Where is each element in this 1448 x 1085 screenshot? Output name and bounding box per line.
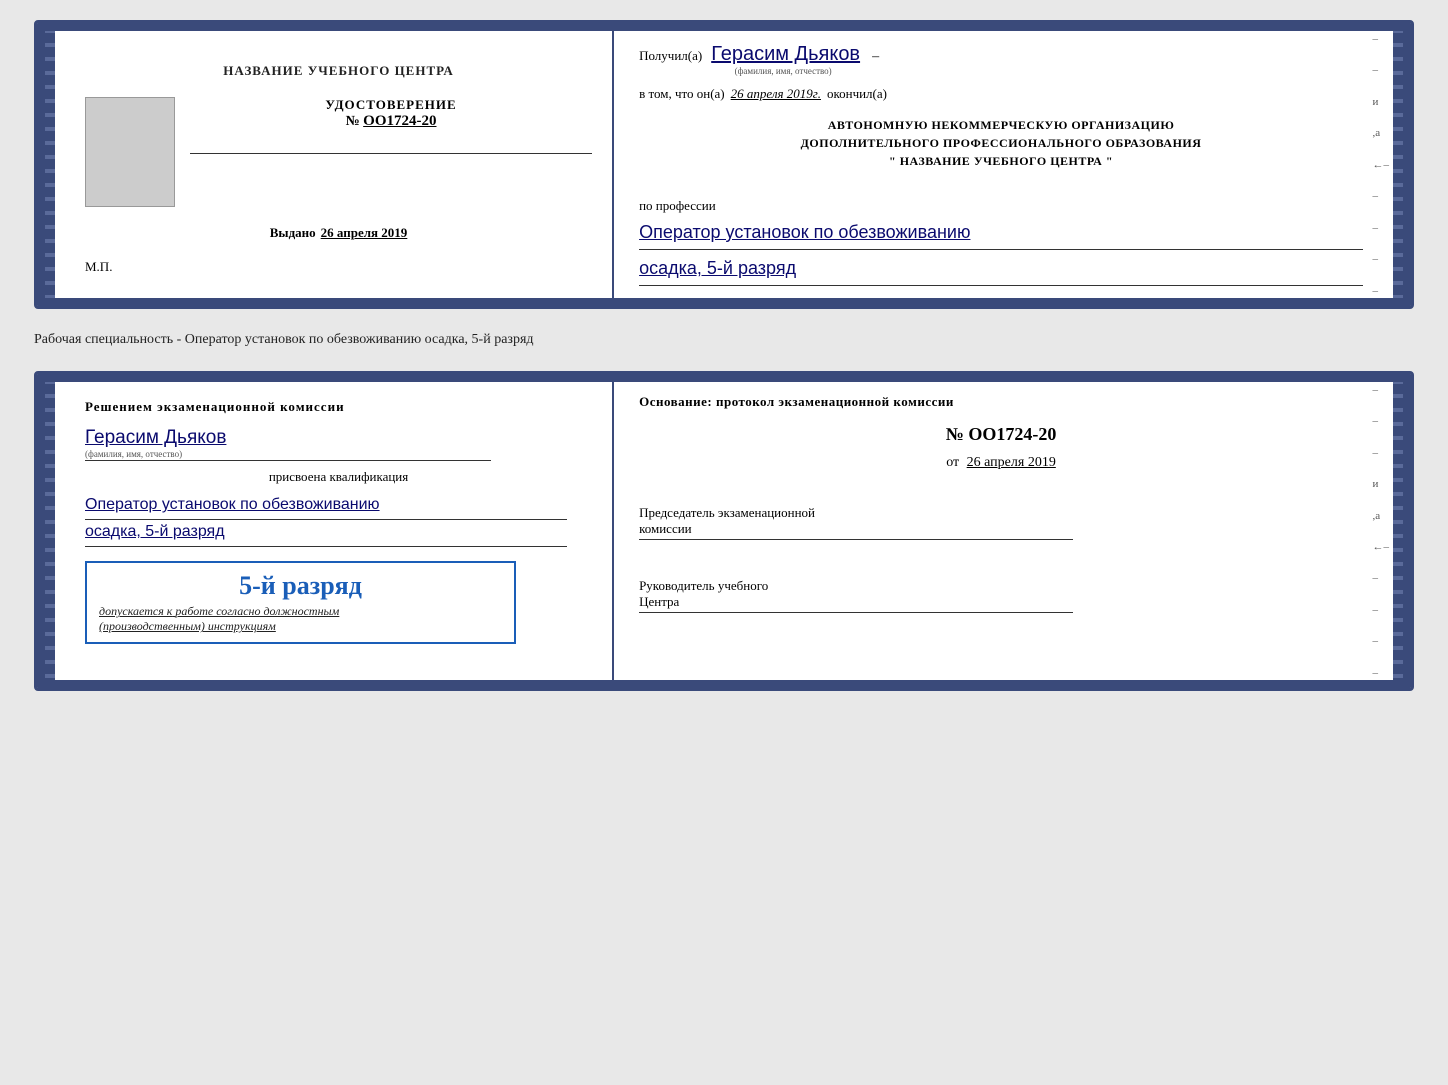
- cert2-name-section: Герасим Дьяков (фамилия, имя, отчество): [85, 423, 592, 461]
- cert1-number-value: OO1724-20: [363, 113, 436, 129]
- cert1-in-that: в том, что он(а): [639, 86, 725, 102]
- cert2-chairman-label: Председатель экзаменационной комиссии: [639, 505, 1363, 537]
- cert1-mp: М.П.: [85, 259, 112, 280]
- right-margin-indicators-2: – – – и ,а ←– – – – –: [1372, 374, 1389, 688]
- cert2-basis-label: Основание: протокол экзаменационной коми…: [639, 394, 1363, 410]
- right-margin-indicators: – – и ,а ←– – – – –: [1372, 23, 1389, 306]
- cert1-number-section: УДОСТОВЕРЕНИЕ № OO1724-20: [190, 97, 592, 130]
- cert2-assigned-label: присвоена квалификация: [85, 469, 592, 485]
- right-strip: [1393, 23, 1411, 306]
- certificate-1: НАЗВАНИЕ УЧЕБНОГО ЦЕНТРА УДОСТОВЕРЕНИЕ №…: [34, 20, 1414, 309]
- cert1-profession-value: Оператор установок по обезвоживанию: [639, 220, 1363, 245]
- cert2-head-label: Руководитель учебного Центра: [639, 578, 1363, 610]
- certificate-2: Решением экзаменационной комиссии Гераси…: [34, 371, 1414, 691]
- cert2-chairman-signature: [639, 539, 1073, 540]
- cert2-qual1: Оператор установок по обезвоживанию: [85, 493, 592, 517]
- cert2-qualification-section: Оператор установок по обезвоживанию осад…: [85, 493, 592, 547]
- cert1-profession-sub: осадка, 5-й разряд: [639, 256, 1363, 281]
- cert2-stamp-box: 5-й разряд допускается к работе согласно…: [85, 561, 516, 644]
- separator-text: Рабочая специальность - Оператор установ…: [34, 327, 1414, 353]
- cert2-fio-label: (фамилия, имя, отчество): [85, 449, 182, 459]
- cert1-dash: –: [872, 49, 879, 65]
- photo-placeholder: [85, 97, 175, 207]
- cert2-head-section: Руководитель учебного Центра: [639, 570, 1363, 613]
- cert2-name: Герасим Дьяков: [85, 427, 226, 449]
- cert2-protocol-date: от 26 апреля 2019: [639, 455, 1363, 471]
- cert1-inst-line2: ДОПОЛНИТЕЛЬНОГО ПРОФЕССИОНАЛЬНОГО ОБРАЗО…: [639, 134, 1363, 152]
- cert2-stamp-text: допускается к работе согласно должностны…: [99, 604, 502, 634]
- cert2-qual2: осадка, 5-й разряд: [85, 520, 592, 544]
- cert2-date-prefix: от: [946, 455, 959, 470]
- cert1-school-name: НАЗВАНИЕ УЧЕБНОГО ЦЕНТРА: [223, 63, 454, 79]
- cert2-chairman-section: Председатель экзаменационной комиссии: [639, 497, 1363, 540]
- cert1-institution: АВТОНОМНУЮ НЕКОММЕРЧЕСКУЮ ОРГАНИЗАЦИЮ ДО…: [639, 116, 1363, 170]
- cert2-left-panel: Решением экзаменационной комиссии Гераси…: [37, 374, 614, 688]
- cert1-number-sign: №: [346, 114, 360, 129]
- cert1-issued-label: Выдано: [270, 225, 316, 241]
- cert2-stamp-rank: 5-й разряд: [99, 571, 502, 601]
- cert2-decision-title: Решением экзаменационной комиссии: [85, 399, 592, 415]
- cert1-left-panel: НАЗВАНИЕ УЧЕБНОГО ЦЕНТРА УДОСТОВЕРЕНИЕ №…: [37, 23, 614, 306]
- cert1-number-label: УДОСТОВЕРЕНИЕ: [190, 97, 592, 113]
- cert1-finished-label: окончил(а): [827, 86, 887, 102]
- cert1-received-prefix: Получил(а): [639, 48, 702, 64]
- cert1-completion-date: 26 апреля 2019г.: [731, 86, 821, 102]
- cert2-right-panel: Основание: протокол экзаменационной коми…: [614, 374, 1411, 688]
- right-strip-2: [1393, 374, 1411, 688]
- cert1-in-that-row: в том, что он(а) 26 апреля 2019г. окончи…: [639, 86, 1363, 102]
- cert2-head-signature: [639, 612, 1073, 613]
- cert1-inst-line1: АВТОНОМНУЮ НЕКОММЕРЧЕСКУЮ ОРГАНИЗАЦИЮ: [639, 116, 1363, 134]
- cert1-issued-date: 26 апреля 2019: [321, 225, 408, 241]
- cert1-recipient-name: Герасим Дьяков: [711, 43, 860, 66]
- cert2-date-value: 26 апреля 2019: [967, 455, 1056, 470]
- cert1-inst-line3: " НАЗВАНИЕ УЧЕБНОГО ЦЕНТРА ": [639, 152, 1363, 170]
- cert1-fio-label: (фамилия, имя, отчество): [735, 66, 832, 76]
- cert1-issued-row: Выдано 26 апреля 2019: [270, 225, 408, 241]
- cert1-recipient-row: Получил(а) Герасим Дьяков (фамилия, имя,…: [639, 43, 1363, 76]
- cert1-profession-section: по профессии Оператор установок по обезв…: [639, 190, 1363, 286]
- cert2-protocol-number: № OO1724-20: [639, 424, 1363, 445]
- cert1-right-panel: Получил(а) Герасим Дьяков (фамилия, имя,…: [614, 23, 1411, 306]
- cert1-profession-label: по профессии: [639, 198, 1363, 214]
